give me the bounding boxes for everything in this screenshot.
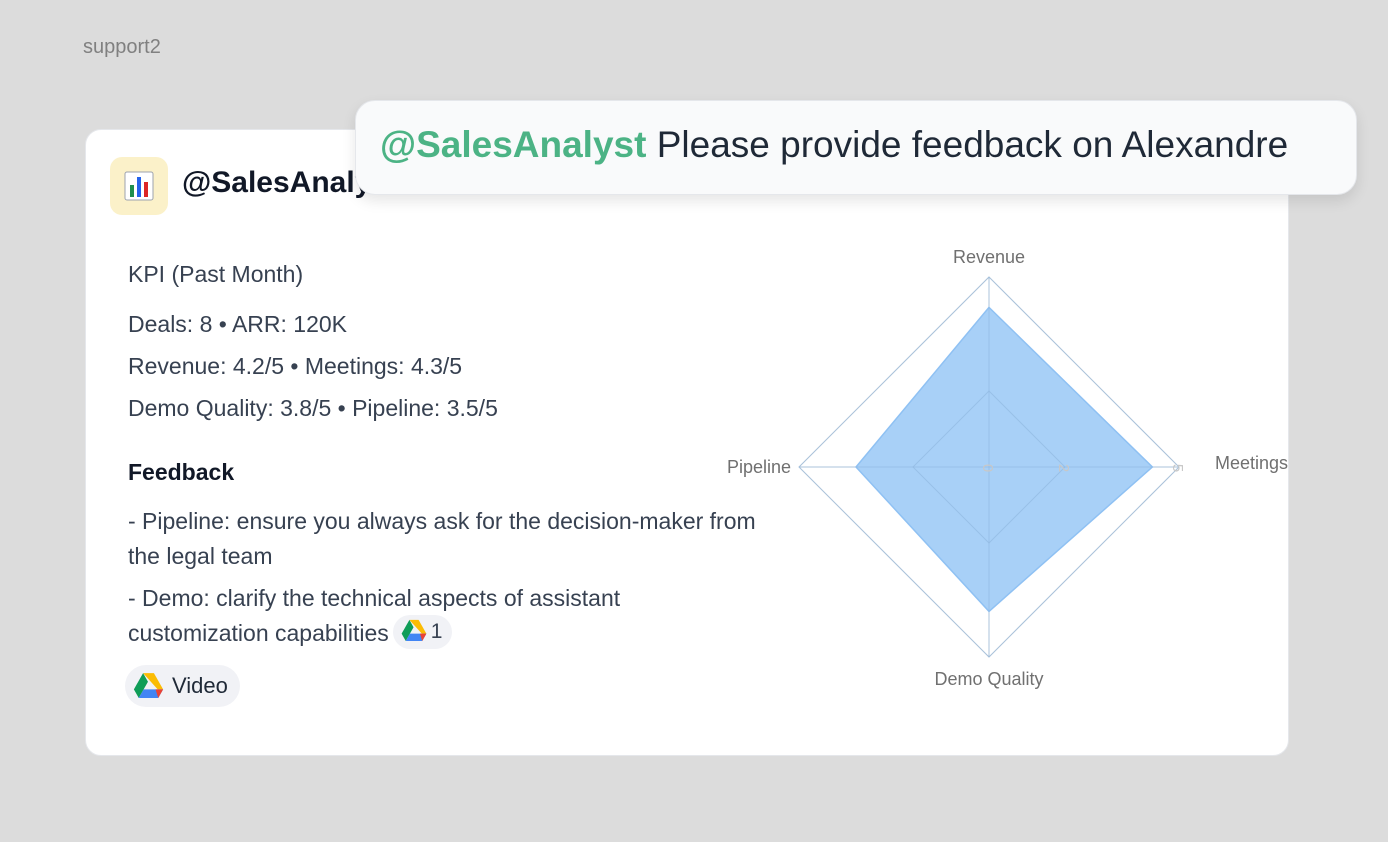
kpi-line: Demo Quality: 3.8/5 • Pipeline: 3.5/5 bbox=[128, 395, 498, 421]
feedback-item: - Demo: clarify the technical aspects of… bbox=[128, 581, 688, 652]
video-attachment-label: Video bbox=[172, 673, 228, 698]
bar-chart-icon bbox=[124, 171, 154, 201]
google-drive-icon bbox=[401, 620, 427, 642]
kpi-line: Deals: 8 • ARR: 120K bbox=[128, 311, 347, 337]
google-drive-icon bbox=[133, 673, 164, 699]
radar-series-area bbox=[855, 306, 1154, 613]
kpi-line: Revenue: 4.2/5 • Meetings: 4.3/5 bbox=[128, 353, 463, 379]
radar-chart: 0 2 5 Revenue Meetings Demo Quality Pipeline bbox=[727, 247, 1288, 689]
user-prompt-bubble: @SalesAnalyst Please provide feedback on… bbox=[355, 100, 1357, 195]
radar-axis-label: Meetings bbox=[1215, 453, 1288, 473]
workspace-name: support2 bbox=[83, 36, 161, 58]
feedback-item-text: - Demo: clarify the technical aspects of… bbox=[128, 585, 621, 646]
radar-tick-label: 0 bbox=[979, 464, 996, 472]
citation-count: 1 bbox=[430, 619, 443, 643]
feedback-heading: Feedback bbox=[128, 459, 235, 485]
feedback-item-text: - Pipeline: ensure you always ask for th… bbox=[128, 508, 756, 569]
citation-badge[interactable]: 1 bbox=[392, 614, 453, 649]
agent-avatar bbox=[110, 157, 168, 215]
radar-tick-label: 2 bbox=[1055, 464, 1072, 472]
kpi-heading: KPI (Past Month) bbox=[128, 261, 304, 287]
radar-axis-label: Revenue bbox=[953, 247, 1025, 267]
video-attachment-chip[interactable]: Video bbox=[125, 665, 240, 707]
prompt-text: Please provide feedback on Alexandre bbox=[646, 124, 1289, 165]
radar-tick-label: 5 bbox=[1169, 464, 1186, 472]
radar-axis-label: Demo Quality bbox=[934, 669, 1043, 689]
prompt-mention[interactable]: @SalesAnalyst bbox=[380, 124, 646, 165]
feedback-item: - Pipeline: ensure you always ask for th… bbox=[128, 504, 788, 574]
radar-axis-label: Pipeline bbox=[727, 457, 791, 477]
